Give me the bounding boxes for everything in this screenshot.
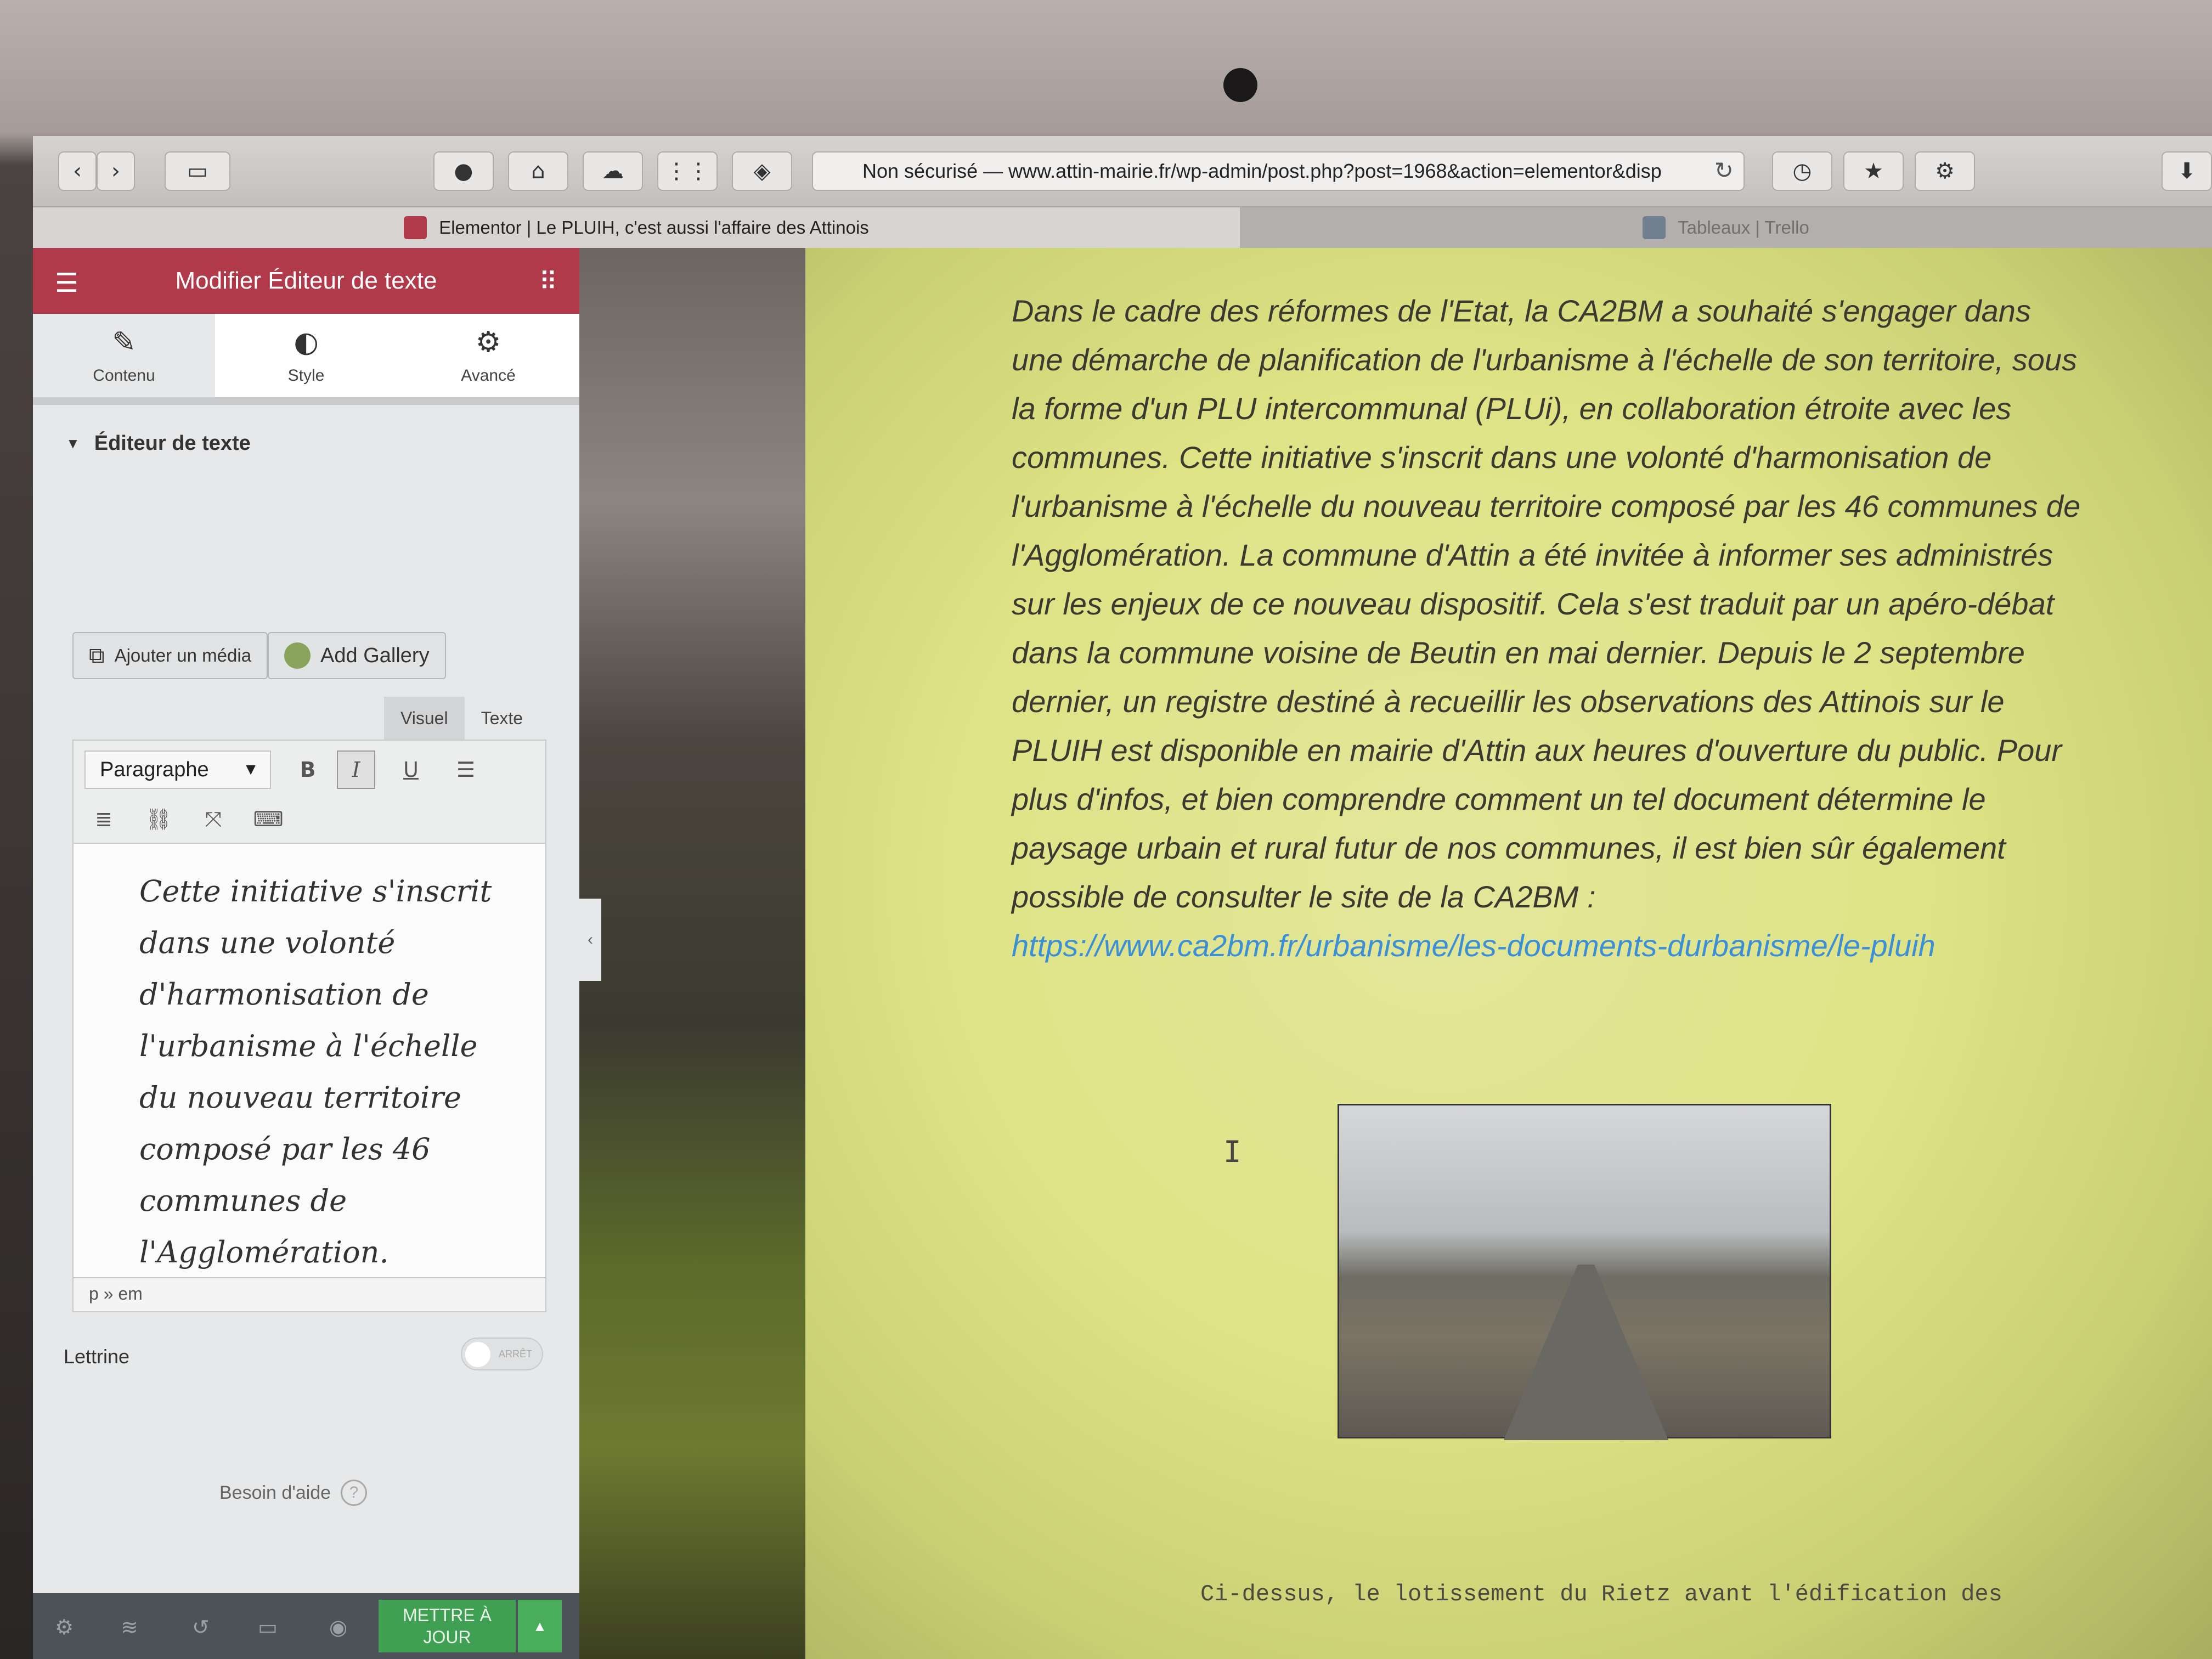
back-button[interactable]: ‹: [58, 151, 97, 191]
responsive-desktop-icon[interactable]: ▭: [258, 1615, 278, 1639]
history-icon[interactable]: ◷: [1772, 151, 1832, 191]
shield-icon[interactable]: ◈: [732, 151, 792, 191]
lotissement-photo: [1338, 1104, 1831, 1440]
section-header-editeur[interactable]: ▼ Éditeur de texte: [33, 405, 579, 482]
gallery-icon: [284, 642, 311, 669]
forward-button[interactable]: ›: [97, 151, 135, 191]
numbered-list-icon[interactable]: ≣: [84, 800, 123, 838]
question-icon: ?: [341, 1480, 368, 1506]
tab-visuel[interactable]: Visuel: [384, 697, 465, 740]
half-circle-icon: ◐: [294, 326, 319, 359]
article-body: Dans le cadre des réformes de l'Etat, la…: [1012, 294, 2081, 914]
bookmark-icon[interactable]: ★: [1843, 151, 1904, 191]
italic-button[interactable]: I: [337, 751, 375, 789]
tab-texte[interactable]: Texte: [465, 697, 539, 740]
settings-icon[interactable]: ⚙: [55, 1615, 74, 1639]
lettrine-toggle[interactable]: ARRÊT: [461, 1338, 543, 1370]
preview-eye-icon[interactable]: ◉: [329, 1615, 347, 1639]
lettrine-label: Lettrine: [64, 1345, 130, 1368]
keyboard-icon[interactable]: ⌨: [249, 800, 287, 838]
collapse-panel-button[interactable]: ‹: [579, 899, 601, 981]
bold-button[interactable]: B: [289, 751, 327, 789]
format-select[interactable]: Paragraphe ▼: [84, 751, 271, 789]
tab-bar: Elementor | Le PLUIH, c'est aussi l'affa…: [33, 207, 2212, 248]
bullet-list-icon[interactable]: ☰: [447, 751, 485, 789]
add-media-label: Ajouter un média: [114, 645, 252, 665]
page-preview: Dans le cadre des réformes de l'Etat, la…: [805, 248, 2212, 1659]
editor-toolbar: Paragraphe ▼ B I U ☰ ≣ ⛓ ⤧ ⌨: [72, 740, 546, 844]
tab-contenu[interactable]: ✎ Contenu: [33, 314, 215, 397]
adblock-icon[interactable]: ●: [433, 151, 494, 191]
tab-trello[interactable]: Tableaux | Trello: [1240, 207, 2212, 248]
tab-label: Contenu: [93, 366, 155, 385]
ca2bm-link[interactable]: https://www.ca2bm.fr/urbanisme/les-docum…: [1012, 921, 2087, 970]
panel-footer: ⚙ ≋ ↺ ▭ ◉ METTRE À JOUR ▲: [33, 1593, 579, 1659]
home-icon[interactable]: ⌂: [508, 151, 568, 191]
add-gallery-button[interactable]: Add Gallery: [268, 632, 446, 679]
help-label: Besoin d'aide: [219, 1482, 331, 1503]
download-icon[interactable]: ⬇: [2162, 151, 2212, 191]
settings-gear-icon[interactable]: ⚙: [1915, 151, 1975, 191]
elementor-panel: ☰ Modifier Éditeur de texte ⠿ ✎ Contenu …: [33, 248, 579, 1659]
chevron-down-icon: ▼: [242, 760, 259, 778]
elementor-favicon-icon: [404, 216, 427, 239]
text-editor-area[interactable]: Cette initiative s'inscrit dans une volo…: [72, 844, 546, 1277]
tab-label: Style: [287, 366, 325, 385]
toggle-knob: [465, 1342, 490, 1367]
add-media-button[interactable]: ⧉ Ajouter un média: [72, 632, 268, 679]
editor-status-path: p » em: [72, 1277, 546, 1312]
panel-tabs: ✎ Contenu ◐ Style ⚙ Avancé: [33, 314, 579, 405]
browser-toolbar: ‹ › ▭ ● ⌂ ☁ ⋮⋮ ◈ Non sécurisé — www.atti…: [33, 136, 2212, 207]
tab-label: Elementor | Le PLUIH, c'est aussi l'affa…: [439, 217, 869, 238]
media-icon: ⧉: [89, 643, 105, 668]
url-text: Non sécurisé — www.attin-mairie.fr/wp-ad…: [862, 160, 1662, 182]
gear-icon: ⚙: [475, 326, 501, 359]
background-photo: [579, 248, 805, 1659]
editor-view-tabs: Visuel Texte: [384, 697, 539, 740]
tab-elementor[interactable]: Elementor | Le PLUIH, c'est aussi l'affa…: [33, 207, 1240, 248]
reload-icon[interactable]: ↻: [1714, 157, 1734, 184]
help-link[interactable]: Besoin d'aide ?: [219, 1480, 368, 1506]
widgets-grid-icon[interactable]: ⠿: [539, 267, 557, 296]
update-button[interactable]: METTRE À JOUR: [379, 1600, 516, 1652]
section-title: Éditeur de texte: [94, 431, 251, 455]
pencil-icon: ✎: [112, 326, 136, 359]
navigator-layers-icon[interactable]: ≋: [121, 1615, 138, 1639]
panel-header: ☰ Modifier Éditeur de texte ⠿: [33, 248, 579, 314]
photo-caption: Ci-dessus, le lotissement du Rietz avant…: [1200, 1581, 2002, 1607]
webcam: [1223, 68, 1257, 102]
article-text[interactable]: Dans le cadre des réformes de l'Etat, la…: [1012, 286, 2087, 970]
sidebar-toggle-icon[interactable]: ▭: [165, 151, 230, 191]
apps-grid-icon[interactable]: ⋮⋮: [657, 151, 718, 191]
editor-content[interactable]: Cette initiative s'inscrit dans une volo…: [139, 866, 512, 1277]
format-select-value: Paragraphe: [100, 758, 209, 781]
caret-down-icon: ▼: [66, 435, 80, 452]
panel-title: Modifier Éditeur de texte: [175, 267, 437, 294]
toggle-label: ARRÊT: [498, 1348, 532, 1359]
tab-avance[interactable]: ⚙ Avancé: [397, 314, 579, 397]
tab-style[interactable]: ◐ Style: [215, 314, 397, 397]
cloud-icon[interactable]: ☁: [583, 151, 643, 191]
trello-favicon-icon: [1643, 216, 1666, 239]
media-buttons: ⧉ Ajouter un média Add Gallery: [72, 632, 446, 679]
screen: ‹ › ▭ ● ⌂ ☁ ⋮⋮ ◈ Non sécurisé — www.atti…: [33, 136, 2212, 1659]
road-shape: [1504, 1265, 1668, 1440]
menu-hamburger-icon[interactable]: ☰: [55, 268, 78, 298]
fullscreen-icon[interactable]: ⤧: [194, 800, 233, 838]
address-bar[interactable]: Non sécurisé — www.attin-mairie.fr/wp-ad…: [812, 151, 1745, 191]
update-options-caret-icon[interactable]: ▲: [518, 1600, 562, 1652]
add-gallery-label: Add Gallery: [320, 644, 430, 667]
tab-label: Avancé: [461, 366, 516, 385]
text-cursor-icon: I: [1223, 1135, 1242, 1169]
link-icon[interactable]: ⛓: [139, 800, 178, 838]
underline-button[interactable]: U: [392, 751, 430, 789]
history-icon[interactable]: ↺: [192, 1615, 210, 1639]
tab-label: Tableaux | Trello: [1678, 217, 1809, 238]
